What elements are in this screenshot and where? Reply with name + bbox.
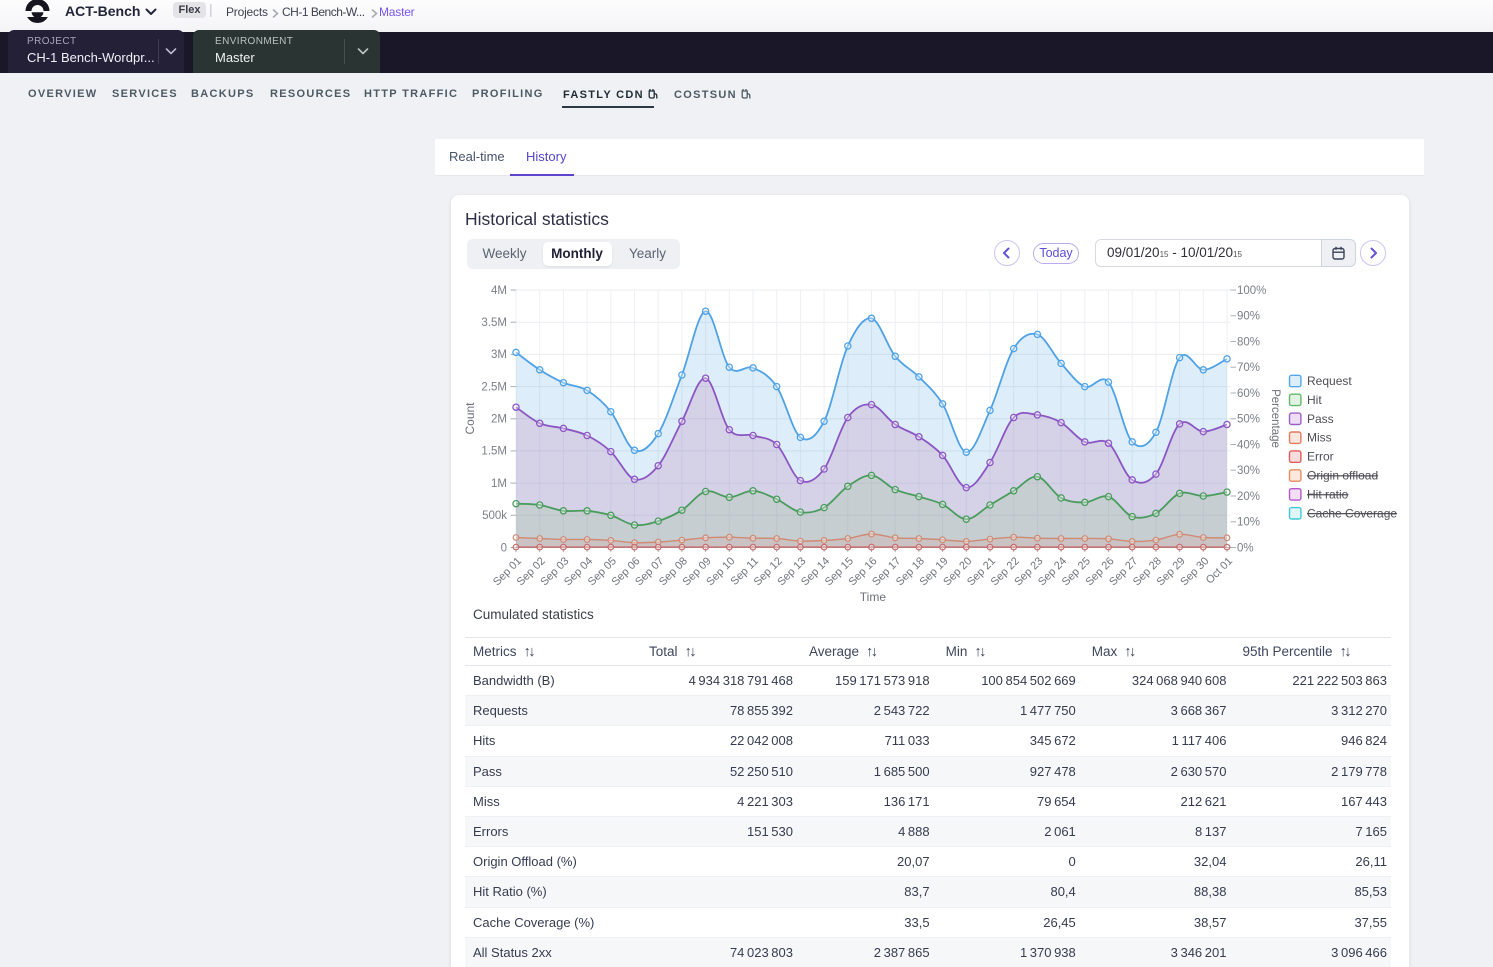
svg-text:80%: 80% [1237, 336, 1260, 348]
svg-text:100%: 100% [1237, 285, 1266, 297]
svg-text:60%: 60% [1237, 388, 1260, 400]
svg-text:1M: 1M [491, 478, 507, 490]
svg-text:500k: 500k [482, 510, 507, 522]
svg-text:Hit: Hit [1307, 393, 1322, 407]
svg-text:Error: Error [1307, 450, 1334, 464]
svg-text:Origin offload: Origin offload [1307, 469, 1378, 483]
svg-text:30%: 30% [1237, 465, 1260, 477]
svg-text:Percentage: Percentage [1269, 389, 1281, 448]
svg-text:Miss: Miss [1307, 431, 1332, 445]
svg-text:20%: 20% [1237, 491, 1260, 503]
svg-text:4M: 4M [491, 285, 507, 297]
svg-text:Request: Request [1307, 374, 1352, 388]
svg-text:0%: 0% [1237, 542, 1254, 554]
svg-text:Count: Count [463, 402, 477, 435]
svg-text:Pass: Pass [1307, 412, 1334, 426]
svg-text:3M: 3M [491, 349, 507, 361]
svg-text:0: 0 [501, 542, 507, 554]
svg-text:Cache Coverage: Cache Coverage [1307, 506, 1397, 520]
svg-text:Time: Time [860, 590, 887, 604]
svg-text:2.5M: 2.5M [481, 381, 507, 393]
svg-text:10%: 10% [1237, 517, 1260, 529]
svg-text:90%: 90% [1237, 311, 1260, 323]
svg-text:70%: 70% [1237, 362, 1260, 374]
svg-text:40%: 40% [1237, 439, 1260, 451]
svg-text:3.5M: 3.5M [481, 317, 507, 329]
svg-text:50%: 50% [1237, 414, 1260, 426]
svg-text:Hit ratio: Hit ratio [1307, 487, 1349, 501]
svg-text:Oct 01: Oct 01 [1204, 555, 1235, 586]
svg-text:2M: 2M [491, 414, 507, 426]
svg-text:1.5M: 1.5M [481, 446, 507, 458]
